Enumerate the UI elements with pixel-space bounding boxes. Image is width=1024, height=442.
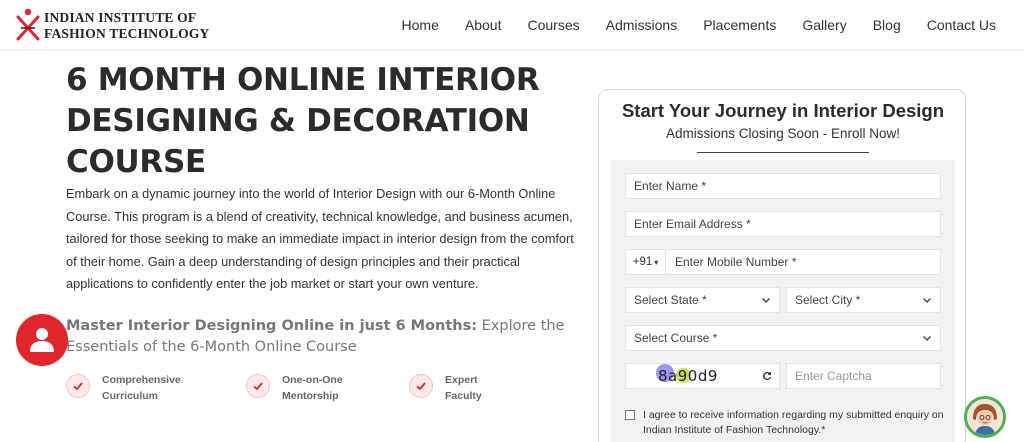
main-nav: Home About Courses Admissions Placements… (376, 0, 996, 50)
agent-avatar-icon (967, 399, 1003, 435)
feature-item: Comprehensive Curriculum (66, 372, 192, 404)
chevron-down-icon (923, 298, 931, 303)
nav-admissions[interactable]: Admissions (606, 17, 678, 33)
page-title: 6 MONTH ONLINE INTERIOR DESIGNING & DECO… (66, 62, 540, 180)
nav-blog[interactable]: Blog (873, 17, 901, 33)
consent-checkbox[interactable] (625, 410, 635, 420)
course-select[interactable]: Select Course * (625, 325, 941, 351)
site-header: INDIAN INSTITUTE OF FASHION TECHNOLOGY H… (0, 0, 1024, 50)
logo-text-line1: INDIAN INSTITUTE OF (44, 10, 197, 25)
nav-gallery[interactable]: Gallery (802, 17, 846, 33)
nav-courses[interactable]: Courses (527, 17, 579, 33)
feature-label: Curriculum (102, 390, 159, 402)
state-select-label: Select State * (634, 293, 707, 307)
feature-label: Faculty (445, 390, 482, 402)
user-account-button[interactable] (16, 314, 68, 366)
chat-widget-avatar[interactable] (964, 396, 1006, 438)
nav-contact-us[interactable]: Contact Us (927, 17, 996, 33)
email-input[interactable]: Enter Email Address * (625, 211, 941, 237)
check-icon (66, 374, 90, 398)
site-logo[interactable]: INDIAN INSTITUTE OF FASHION TECHNOLOGY (16, 6, 216, 44)
name-input[interactable]: Enter Name * (625, 173, 941, 199)
enquiry-form-card: Start Your Journey in Interior Design Ad… (598, 89, 966, 442)
phone-field: +91 ▾ Enter Mobile Number * (625, 249, 941, 275)
feature-label: Mentorship (282, 390, 339, 402)
course-select-label: Select Course * (634, 331, 718, 345)
consent-row: I agree to receive information regarding… (625, 408, 945, 438)
feature-label: Expert (445, 374, 478, 386)
state-select[interactable]: Select State * (625, 287, 780, 313)
mobile-input[interactable]: Enter Mobile Number * (666, 255, 796, 269)
city-select[interactable]: Select City * (786, 287, 941, 313)
feature-label: Comprehensive (102, 374, 181, 386)
feature-item: One-on-One Mentorship (246, 372, 372, 404)
caret-down-icon: ▾ (654, 257, 659, 267)
feature-label: One-on-One (282, 374, 343, 386)
hero-description: Embark on a dynamic journey into the wor… (66, 186, 574, 291)
nav-about[interactable]: About (465, 17, 502, 33)
feature-item: Expert Faculty (409, 372, 535, 404)
captcha-image: 8a90d9 (626, 364, 718, 385)
enquiry-form: Enter Name * Enter Email Address * +91 ▾ … (611, 160, 955, 442)
consent-label: I agree to receive information regarding… (643, 409, 944, 436)
city-select-label: Select City * (795, 293, 861, 307)
captcha-display: 8a90d9 (625, 363, 780, 389)
check-icon (246, 374, 270, 398)
logo-text-line2: FASHION TECHNOLOGY (44, 26, 210, 41)
form-title: Start Your Journey in Interior Design (621, 100, 945, 121)
user-icon (30, 328, 54, 352)
nav-placements[interactable]: Placements (703, 17, 776, 33)
form-subtitle: Admissions Closing Soon - Enroll Now! (665, 126, 901, 141)
subheading-strong: Master Interior Designing Online in just… (66, 318, 478, 334)
form-divider (697, 152, 869, 153)
captcha-input[interactable]: Enter Captcha (786, 363, 941, 389)
nav-home[interactable]: Home (402, 17, 439, 33)
country-code-select[interactable]: +91 ▾ (626, 250, 666, 274)
refresh-icon[interactable] (762, 371, 772, 381)
chevron-down-icon (923, 336, 931, 341)
check-icon (409, 374, 433, 398)
captcha-code: 8a90d9 (658, 367, 718, 385)
logo-icon (16, 8, 40, 41)
chevron-down-icon (762, 298, 770, 303)
section-subheading: Master Interior Designing Online in just… (66, 316, 566, 358)
country-code-value: +91 (632, 256, 653, 268)
feature-list: Comprehensive Curriculum One-on-One Ment… (66, 372, 566, 412)
